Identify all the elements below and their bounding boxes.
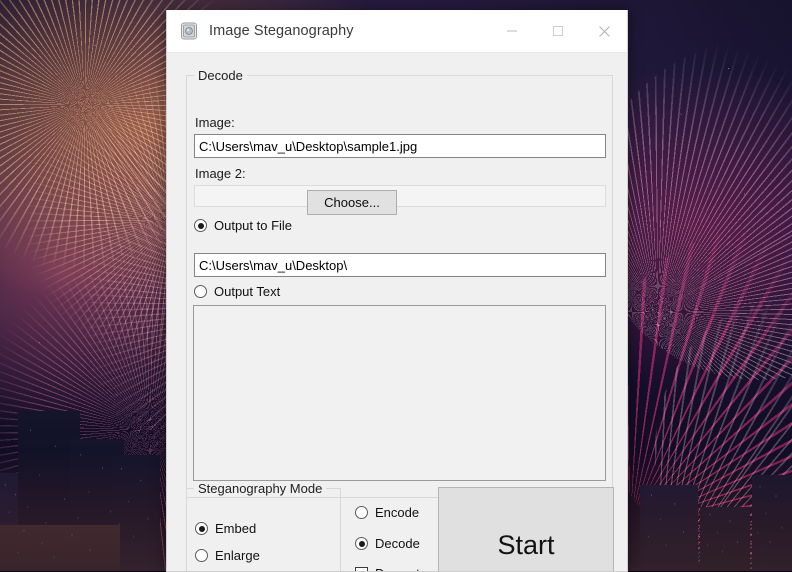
maximize-button[interactable] — [535, 10, 581, 52]
window-controls — [489, 10, 627, 52]
start-button[interactable]: Start — [438, 487, 614, 571]
image-label: Image: — [195, 115, 235, 130]
image2-path-input[interactable] — [194, 185, 606, 207]
checkbox-icon — [355, 567, 368, 571]
close-button[interactable] — [581, 10, 627, 52]
mode-option-embed[interactable]: Embed — [195, 521, 256, 536]
output-text-area[interactable] — [193, 305, 606, 481]
title-bar[interactable]: Image Steganography — [167, 10, 627, 53]
window-title: Image Steganography — [209, 23, 354, 39]
application-window: Image Steganography Decode Image: C:\Use… — [166, 10, 628, 572]
mode-option-enlarge[interactable]: Enlarge — [195, 548, 260, 563]
steganography-mode-title: Steganography Mode — [194, 481, 327, 496]
image-path-input[interactable] — [194, 134, 606, 158]
decode-group-title: Decode — [194, 68, 247, 83]
radio-icon — [195, 522, 208, 535]
output-to-file-label: Output to File — [214, 218, 293, 233]
action-option-decode-label: Decode — [375, 536, 420, 551]
maximize-icon — [553, 26, 563, 36]
choose-button[interactable]: Choose... — [307, 190, 397, 215]
decrypt-label: Decrypt — [375, 566, 420, 571]
action-option-decode[interactable]: Decode — [355, 536, 420, 551]
radio-icon — [194, 219, 207, 232]
output-text-radio[interactable]: Output Text — [194, 284, 280, 299]
output-path-input[interactable] — [194, 253, 606, 277]
output-text-label: Output Text — [214, 284, 281, 299]
window-client-area: Decode Image: Image 2: Output to File Ch… — [167, 53, 627, 571]
radio-icon — [355, 506, 368, 519]
minimize-button[interactable] — [489, 10, 535, 52]
image-app-icon — [180, 22, 198, 40]
minimize-icon — [507, 30, 517, 32]
radio-icon — [355, 537, 368, 550]
radio-icon — [195, 549, 208, 562]
action-option-encode-label: Encode — [375, 505, 420, 520]
output-to-file-radio[interactable]: Output to File — [194, 218, 292, 233]
mode-option-embed-label: Embed — [215, 521, 257, 536]
decrypt-checkbox[interactable]: Decrypt — [355, 566, 420, 571]
radio-icon — [194, 285, 207, 298]
image2-label: Image 2: — [195, 166, 246, 181]
mode-option-enlarge-label: Enlarge — [215, 548, 260, 563]
action-option-encode[interactable]: Encode — [355, 505, 419, 520]
close-icon — [598, 25, 610, 37]
